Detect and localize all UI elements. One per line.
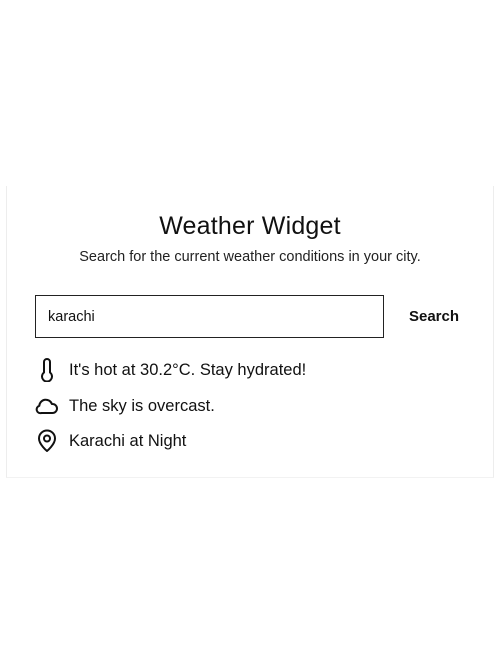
search-button[interactable]: Search <box>399 295 469 338</box>
condition-text: The sky is overcast. <box>69 396 215 415</box>
widget-title: Weather Widget <box>159 212 341 240</box>
temperature-text: It's hot at 30.2°C. Stay hydrated! <box>69 360 307 379</box>
location-row: Karachi at Night <box>35 428 186 454</box>
thermometer-icon <box>35 358 59 382</box>
city-search-input[interactable] <box>35 295 384 338</box>
location-text: Karachi at Night <box>69 431 187 450</box>
widget-subtitle: Search for the current weather condition… <box>79 249 421 265</box>
temperature-row: It's hot at 30.2°C. Stay hydrated! <box>35 357 306 383</box>
weather-widget-card: Weather Widget Search for the current we… <box>6 186 494 478</box>
condition-row: The sky is overcast. <box>35 393 215 419</box>
cloud-icon <box>35 394 59 418</box>
map-pin-icon <box>35 429 59 453</box>
